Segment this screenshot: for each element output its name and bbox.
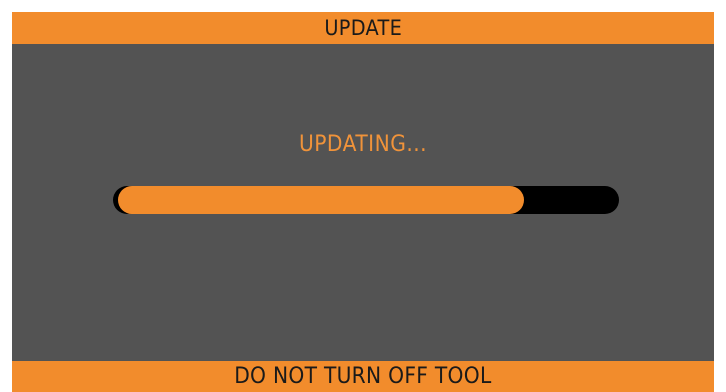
footer-bar: DO NOT TURN OFF TOOL xyxy=(12,361,714,392)
update-screen: UPDATE UPDATING... DO NOT TURN OFF TOOL xyxy=(12,12,714,392)
header-bar: UPDATE xyxy=(12,12,714,44)
status-text: UPDATING... xyxy=(298,132,428,157)
warning-text: DO NOT TURN OFF TOOL xyxy=(234,364,492,389)
progress-fill xyxy=(118,186,524,214)
page-title: UPDATE xyxy=(324,15,402,40)
progress-bar xyxy=(113,186,619,214)
